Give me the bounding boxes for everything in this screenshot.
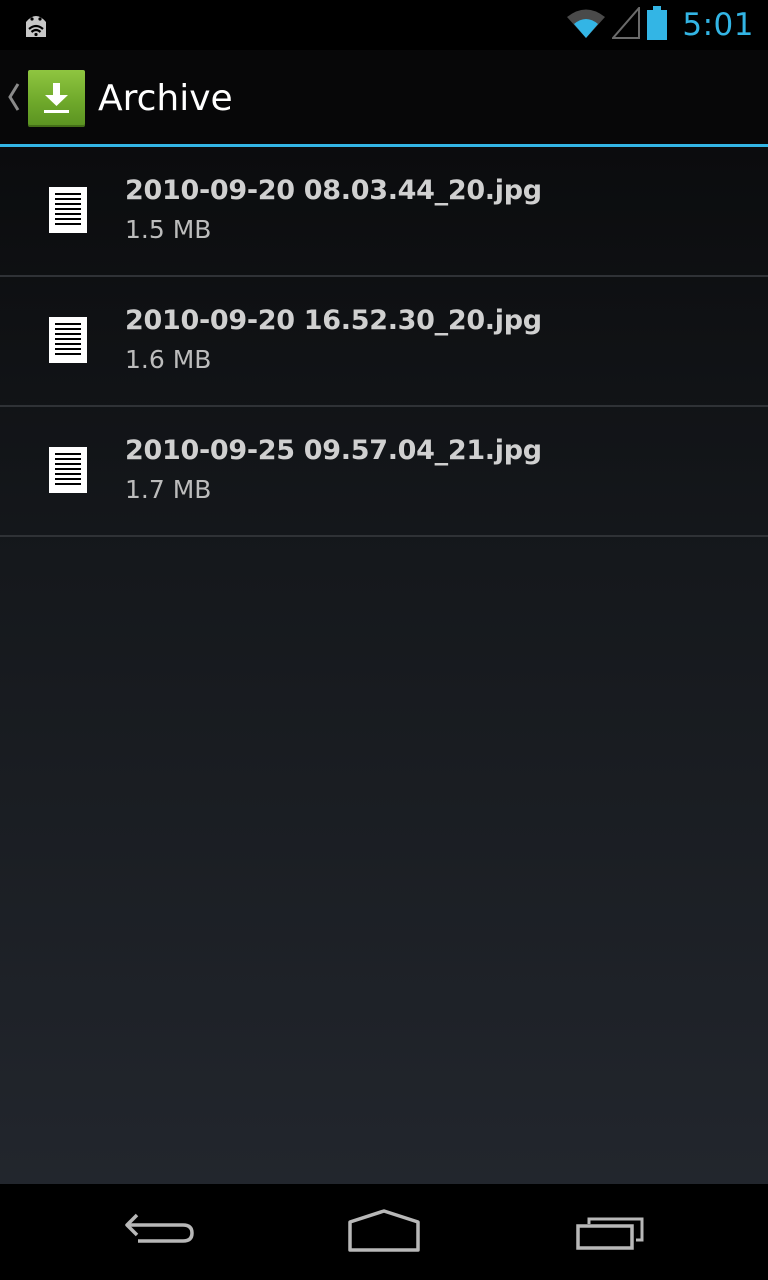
home-icon[interactable] [339,1202,429,1262]
file-list-item[interactable]: 2010-09-20 16.52.30_20.jpg 1.6 MB [0,277,768,407]
file-name: 2010-09-20 08.03.44_20.jpg [125,175,542,206]
file-list-item[interactable]: 2010-09-20 08.03.44_20.jpg 1.5 MB [0,147,768,277]
navigation-bar [0,1184,768,1280]
file-size: 1.5 MB [125,215,212,244]
battery-icon [646,6,668,44]
download-icon[interactable] [28,70,85,127]
action-bar-title: Archive [98,78,233,119]
document-icon [49,447,87,493]
file-list: 2010-09-20 08.03.44_20.jpg 1.5 MB 2010-0… [0,147,768,537]
file-name: 2010-09-20 16.52.30_20.jpg [125,305,542,336]
up-caret-icon[interactable] [6,82,20,112]
document-icon [49,317,87,363]
status-time: 5:01 [682,7,754,43]
screen: 5:01 Archive 2010-09-20 08.03.44_20.jpg … [0,0,768,1280]
file-list-container: 2010-09-20 08.03.44_20.jpg 1.5 MB 2010-0… [0,147,768,1184]
file-size: 1.6 MB [125,345,212,374]
android-notification-icon [22,10,50,40]
file-size: 1.7 MB [125,475,212,504]
back-icon[interactable] [115,1202,205,1262]
file-list-item[interactable]: 2010-09-25 09.57.04_21.jpg 1.7 MB [0,407,768,537]
wifi-icon [566,7,606,43]
file-name: 2010-09-25 09.57.04_21.jpg [125,435,542,466]
status-bar: 5:01 [0,0,768,50]
action-bar: Archive [0,50,768,147]
status-icons: 5:01 [566,0,754,50]
document-icon [49,187,87,233]
recent-apps-icon[interactable] [565,1202,655,1262]
signal-icon [611,5,641,43]
